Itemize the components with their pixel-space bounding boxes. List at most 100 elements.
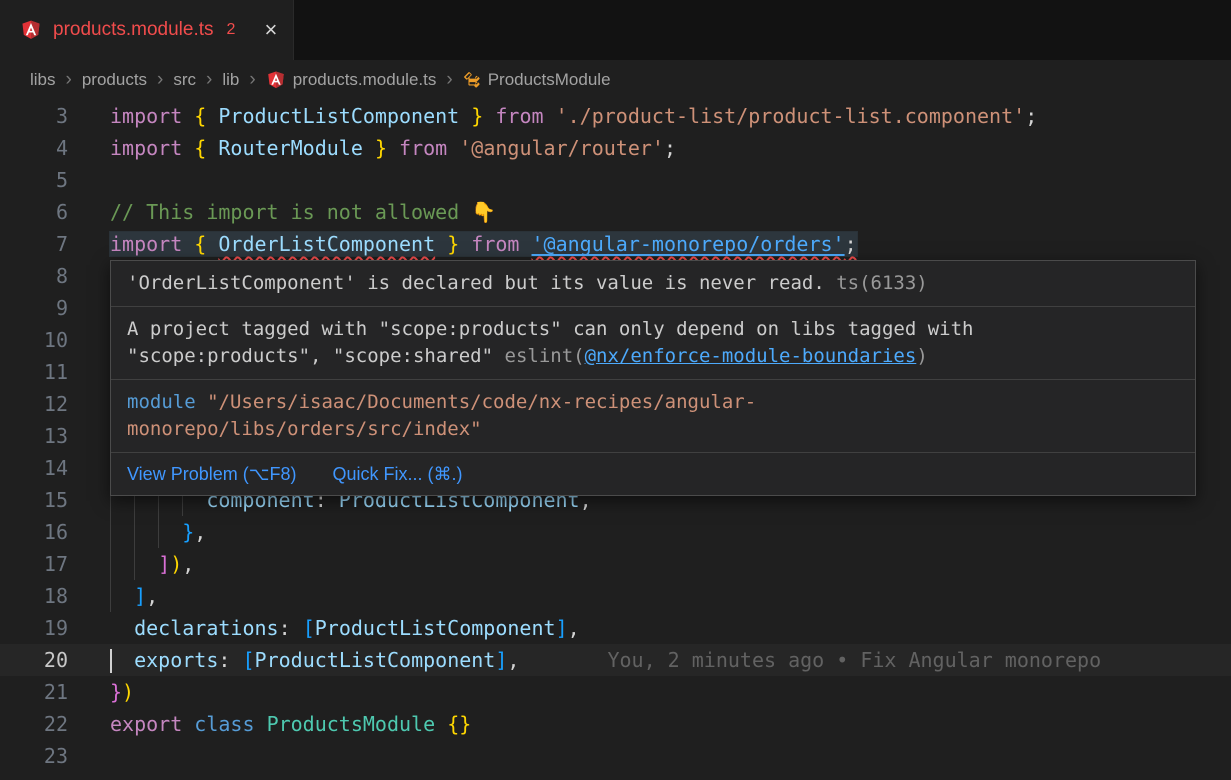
diagnostic-ts-message: 'OrderListComponent' is declared but its… — [111, 261, 1195, 307]
view-problem-link[interactable]: View Problem (⌥F8) — [127, 464, 296, 485]
code-token — [182, 136, 194, 160]
angular-icon — [266, 70, 286, 90]
line-number[interactable]: 21 — [0, 676, 68, 708]
code-line-content[interactable]: import { ProductListComponent } from './… — [110, 100, 1037, 132]
code-line-content[interactable]: ], — [110, 580, 158, 612]
error-squiggle: '@angular-monorepo/orders' — [532, 232, 845, 256]
code-line[interactable]: 18 ], — [0, 580, 1231, 612]
breadcrumb-file[interactable]: products.module.ts — [266, 70, 437, 90]
eslint-message-line2: "scope:products", "scope:shared" — [127, 345, 505, 367]
line-number[interactable]: 5 — [0, 164, 68, 196]
code-line-content[interactable]: exports: [ProductListComponent],You, 2 m… — [110, 644, 1101, 676]
code-token: ) — [170, 552, 182, 576]
diagnostic-code: ts(6133) — [836, 272, 928, 294]
code-token: OrderListComponent — [218, 232, 435, 256]
text-cursor — [110, 649, 112, 673]
code-line-content[interactable]: declarations: [ProductListComponent], — [110, 612, 580, 644]
line-number[interactable]: 4 — [0, 132, 68, 164]
code-token: ProductListComponent — [218, 104, 459, 128]
code-token: class — [194, 712, 254, 736]
close-icon[interactable]: × — [264, 17, 277, 43]
code-token — [435, 232, 447, 256]
code-token: , — [146, 584, 158, 608]
vscode-window: products.module.ts 2 × libs › products ›… — [0, 0, 1231, 100]
class-symbol-icon — [463, 71, 481, 89]
code-token: RouterModule — [218, 136, 363, 160]
code-token: from — [471, 232, 519, 256]
line-number[interactable]: 7 — [0, 228, 68, 260]
line-number[interactable]: 14 — [0, 452, 68, 484]
editor[interactable]: 3 import { ProductListComponent } from '.… — [0, 100, 1231, 780]
code-token: } — [110, 680, 122, 704]
code-line[interactable]: 16 }, — [0, 516, 1231, 548]
module-keyword: module — [127, 391, 196, 413]
code-line[interactable]: 23 — [0, 740, 1231, 772]
code-line-content[interactable]: }, — [110, 516, 206, 548]
code-token: [ — [303, 616, 315, 640]
tab-title: products.module.ts — [53, 19, 214, 41]
breadcrumb-products[interactable]: products — [82, 70, 147, 90]
eslint-source-close: ) — [916, 345, 927, 367]
code-line-content[interactable]: import { OrderListComponent } from '@ang… — [110, 228, 857, 260]
code-line[interactable]: 6 // This import is not allowed 👇 — [0, 196, 1231, 228]
code-line[interactable]: 17 ]), — [0, 548, 1231, 580]
code-line[interactable]: 3 import { ProductListComponent } from '.… — [0, 100, 1231, 132]
line-number[interactable]: 9 — [0, 292, 68, 324]
breadcrumb-symbol-productsmodule[interactable]: ProductsModule — [463, 70, 611, 90]
code-line[interactable]: 5 — [0, 164, 1231, 196]
code-line[interactable]: 4 import { RouterModule } from '@angular/… — [0, 132, 1231, 164]
code-token: ; — [845, 232, 857, 256]
breadcrumb-src[interactable]: src — [173, 70, 196, 90]
diagnostic-eslint-message: A project tagged with "scope:products" c… — [111, 307, 1195, 380]
code-line[interactable]: 7 import { OrderListComponent } from '@an… — [0, 228, 1231, 260]
code-token: ) — [122, 680, 134, 704]
code-token: import — [110, 136, 182, 160]
code-line[interactable]: 19 declarations: [ProductListComponent], — [0, 612, 1231, 644]
line-number[interactable]: 12 — [0, 388, 68, 420]
line-number[interactable]: 8 — [0, 260, 68, 292]
code-line[interactable]: 21}) — [0, 676, 1231, 708]
code-token — [110, 616, 134, 640]
code-line[interactable]: 20 exports: [ProductListComponent],You, … — [0, 644, 1231, 676]
code-token: ] — [495, 648, 507, 672]
breadcrumb-libs[interactable]: libs — [30, 70, 56, 90]
chevron-right-icon: › — [446, 69, 452, 91]
line-number[interactable]: 22 — [0, 708, 68, 740]
code-token: , — [507, 648, 519, 672]
code-token: ProductsModule — [267, 712, 436, 736]
tab-products-module[interactable]: products.module.ts 2 × — [0, 0, 294, 60]
breadcrumb-lib[interactable]: lib — [222, 70, 239, 90]
line-number[interactable]: 19 — [0, 612, 68, 644]
code-token — [459, 232, 471, 256]
line-number[interactable]: 16 — [0, 516, 68, 548]
line-number[interactable]: 3 — [0, 100, 68, 132]
line-number[interactable]: 11 — [0, 356, 68, 388]
eslint-rule-link[interactable]: @nx/enforce-module-boundaries — [585, 345, 917, 367]
error-squiggle: ; — [845, 232, 857, 256]
diagnostic-text: 'OrderListComponent' is declared but its… — [127, 272, 825, 294]
line-number[interactable]: 23 — [0, 740, 68, 772]
code-line-content[interactable]: }) — [110, 676, 134, 708]
indent-guide — [134, 516, 158, 548]
code-token: '@angular/router' — [459, 136, 664, 160]
code-token — [363, 136, 375, 160]
line-number[interactable]: 20 — [0, 644, 68, 676]
code-token: from — [495, 104, 543, 128]
line-number[interactable]: 17 — [0, 548, 68, 580]
code-token: ; — [1025, 104, 1037, 128]
line-number[interactable]: 18 — [0, 580, 68, 612]
code-line-content[interactable]: ]), — [110, 548, 194, 580]
code-line[interactable]: 22 export class ProductsModule {} — [0, 708, 1231, 740]
quick-fix-link[interactable]: Quick Fix... (⌘.) — [332, 464, 462, 485]
code-line-content[interactable]: export class ProductsModule {} — [110, 708, 471, 740]
line-number[interactable]: 6 — [0, 196, 68, 228]
line-number[interactable]: 13 — [0, 420, 68, 452]
module-path-line1: "/Users/isaac/Documents/code/nx-recipes/… — [196, 391, 757, 413]
code-token — [483, 104, 495, 128]
code-line-content[interactable]: // This import is not allowed 👇 — [110, 196, 496, 228]
line-number[interactable]: 15 — [0, 484, 68, 516]
code-line-content[interactable]: import { RouterModule } from '@angular/r… — [110, 132, 676, 164]
line-number[interactable]: 10 — [0, 324, 68, 356]
code-token: , — [182, 552, 194, 576]
code-token: , — [568, 616, 580, 640]
